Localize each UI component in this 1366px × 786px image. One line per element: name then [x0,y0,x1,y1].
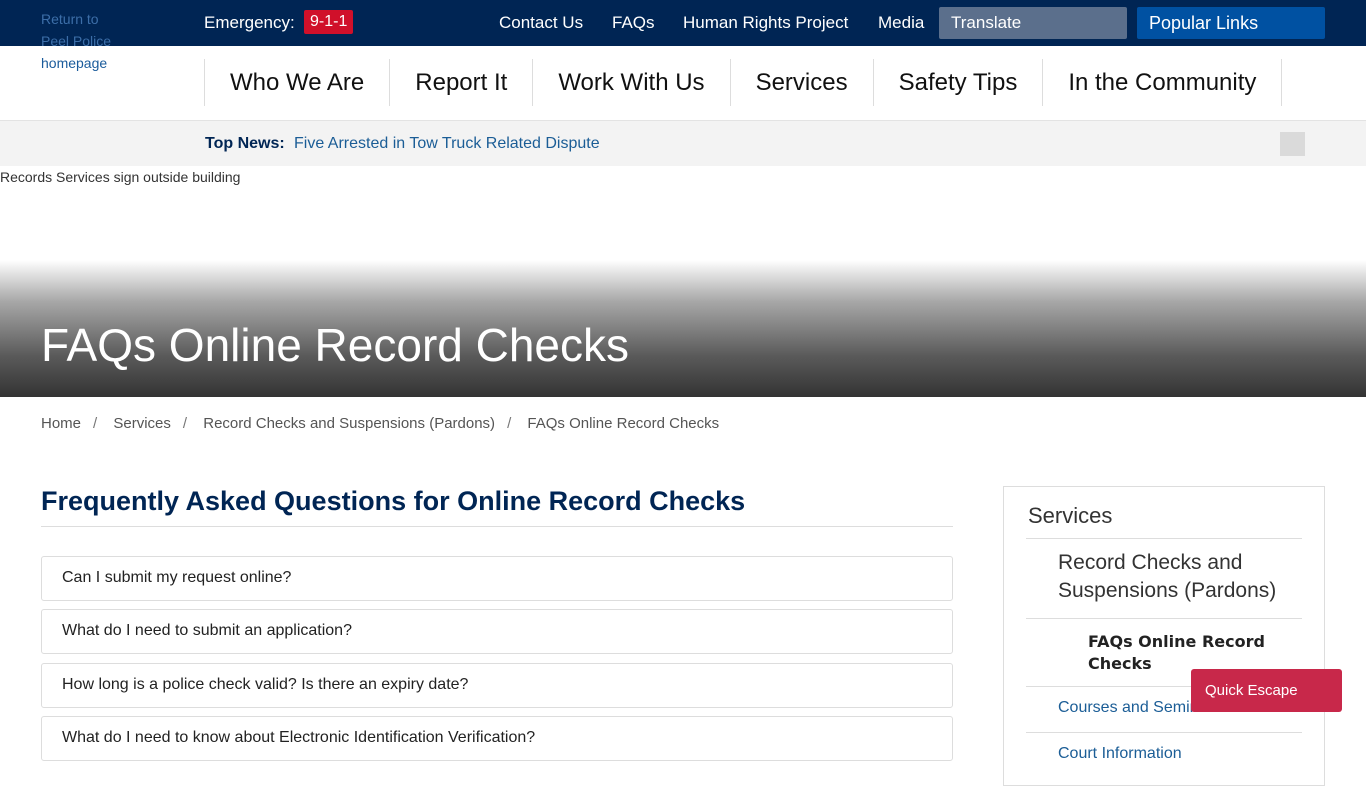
sidebar-title[interactable]: Services [1028,503,1112,529]
logo-alt-text: homepage [41,52,151,74]
breadcrumb: Home/ Services/ Record Checks and Suspen… [41,415,719,432]
divider [1026,538,1302,539]
nav-who-we-are[interactable]: Who We Are [205,59,390,106]
top-news-bar: Top News: Five Arrested in Tow Truck Rel… [0,120,1366,166]
logo-alt-text: Return to [41,8,151,30]
hero-image-alt: Records Services sign outside building [0,169,240,185]
translate-select[interactable]: Translate [939,7,1127,39]
faq-item[interactable]: How long is a police check valid? Is the… [41,663,953,708]
nav-services[interactable]: Services [731,59,874,106]
divider [1026,732,1302,733]
faq-item[interactable]: What do I need to know about Electronic … [41,716,953,761]
news-pause-button[interactable] [1280,132,1305,156]
section-heading: Frequently Asked Questions for Online Re… [41,486,953,527]
media-link[interactable]: Media [878,13,924,33]
sidebar-link[interactable]: Court Information [1058,745,1182,763]
breadcrumb-record-checks[interactable]: Record Checks and Suspensions (Pardons) [203,415,495,432]
nav-safety-tips[interactable]: Safety Tips [874,59,1044,106]
faq-item[interactable]: What do I need to submit an application? [41,609,953,654]
nav-report-it[interactable]: Report It [390,59,533,106]
logo-alt-text: Peel Police [41,30,151,52]
popular-links-button[interactable]: Popular Links [1137,7,1325,39]
faqs-link[interactable]: FAQs [612,13,655,33]
human-rights-link[interactable]: Human Rights Project [683,13,848,33]
faq-item[interactable]: Can I submit my request online? [41,556,953,601]
nav-work-with-us[interactable]: Work With Us [533,59,730,106]
divider [1026,618,1302,619]
top-bar: Emergency: 9-1-1 Contact Us FAQs Human R… [0,0,1366,46]
page-title: FAQs Online Record Checks [41,318,629,372]
hero-banner: FAQs Online Record Checks [0,260,1366,397]
contact-us-link[interactable]: Contact Us [499,13,583,33]
breadcrumb-services[interactable]: Services [113,415,171,432]
emergency-label: Emergency: [204,13,295,33]
main-nav: Who We Are Report It Work With Us Servic… [204,59,1282,106]
breadcrumb-home[interactable]: Home [41,415,81,432]
emergency-number[interactable]: 9-1-1 [304,10,353,34]
quick-escape-button[interactable]: Quick Escape [1191,669,1342,712]
nav-in-the-community[interactable]: In the Community [1043,59,1282,106]
sidebar-parent-link[interactable]: Record Checks and Suspensions (Pardons) [1058,549,1298,605]
home-logo-link[interactable]: Return to Peel Police homepage [41,8,151,74]
sidebar-nav: Services Record Checks and Suspensions (… [1003,486,1325,786]
top-news-link[interactable]: Five Arrested in Tow Truck Related Dispu… [294,135,600,153]
top-news-label: Top News: [205,135,285,153]
breadcrumb-current: FAQs Online Record Checks [527,415,719,432]
